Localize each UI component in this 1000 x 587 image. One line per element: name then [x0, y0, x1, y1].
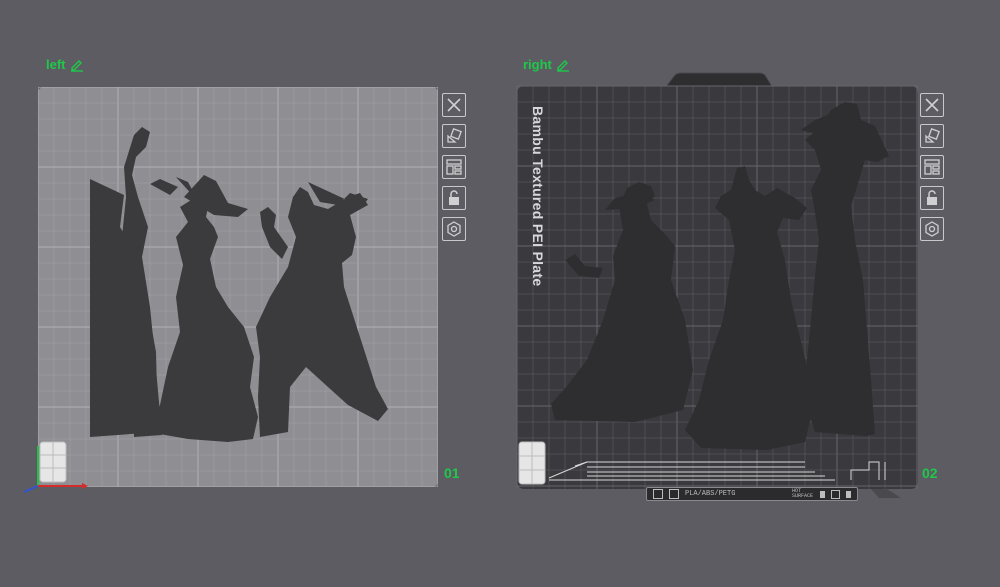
- arrange-button[interactable]: [920, 155, 944, 179]
- close-plate-button[interactable]: [442, 93, 466, 117]
- axis-gizmo: [23, 446, 88, 493]
- settings-icon: [447, 221, 461, 237]
- plate-materials: PLA/ABS/PETG: [685, 490, 736, 498]
- close-icon: [447, 98, 461, 112]
- lock-icon: [449, 190, 459, 205]
- close-icon: [925, 98, 939, 112]
- plate-settings-button[interactable]: [442, 217, 466, 241]
- plate-1-label: left: [46, 57, 66, 72]
- plate-warning: HOT SURFACE: [792, 488, 814, 499]
- settings-icon: [925, 221, 939, 237]
- lock-plate-button[interactable]: [920, 186, 944, 210]
- arrange-icon: [446, 159, 462, 175]
- trash-icon: [820, 490, 825, 498]
- plate-2-type-label: Bambu Textured PEI Plate: [530, 106, 546, 287]
- plate-1-bed[interactable]: [38, 87, 438, 487]
- auto-orient-button[interactable]: [442, 124, 466, 148]
- plate-settings-button[interactable]: [920, 217, 944, 241]
- trash-icon: [846, 490, 851, 498]
- square-icon: [831, 489, 840, 499]
- plate-2-number: 02: [922, 465, 938, 481]
- plate-1-toolbar: [442, 93, 466, 241]
- qr-icon: [653, 489, 663, 499]
- plate-2-bed[interactable]: [515, 70, 920, 505]
- plate-1-number: 01: [444, 465, 460, 481]
- arrange-button[interactable]: [442, 155, 466, 179]
- lock-icon: [927, 190, 937, 205]
- auto-orient-button[interactable]: [920, 124, 944, 148]
- plate-2-bottom-strip: PLA/ABS/PETG HOT SURFACE: [646, 487, 858, 501]
- plate-corner-tile: [518, 441, 546, 485]
- plate-1-name[interactable]: left: [46, 57, 84, 72]
- auto-orient-icon: [925, 128, 940, 143]
- lock-plate-button[interactable]: [442, 186, 466, 210]
- plate-2-toolbar: [920, 93, 944, 241]
- qr-icon: [669, 489, 679, 499]
- edit-pencil-icon[interactable]: [70, 58, 84, 72]
- close-plate-button[interactable]: [920, 93, 944, 117]
- arrange-icon: [924, 159, 940, 175]
- auto-orient-icon: [447, 128, 462, 143]
